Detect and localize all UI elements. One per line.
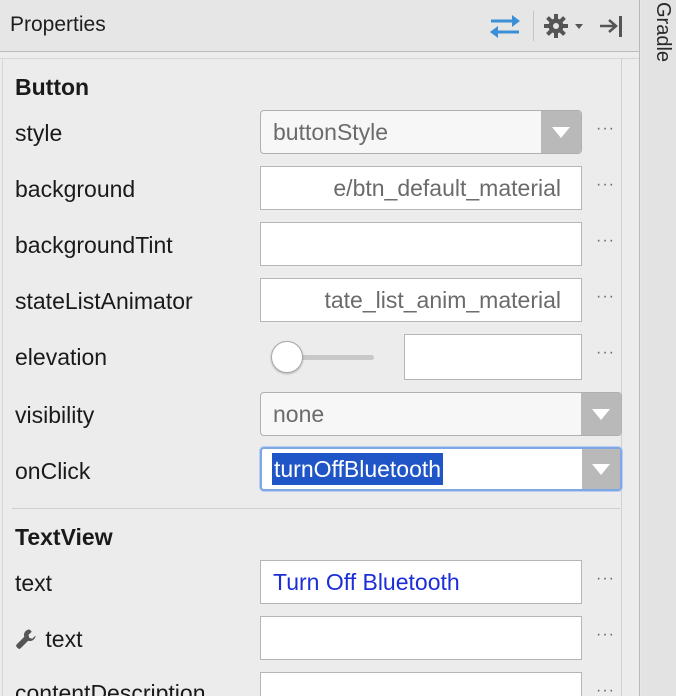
prop-label-tools-text: text — [15, 626, 82, 653]
content-border-top — [0, 58, 639, 59]
prop-label-statelistanimator: stateListAnimator — [15, 288, 193, 314]
tools-text-label: text — [45, 626, 83, 652]
statelistanimator-field[interactable]: tate_list_anim_material — [260, 278, 582, 322]
style-value: buttonStyle — [273, 119, 389, 145]
properties-panel: Properties Button style buttonStyle ··· … — [0, 0, 640, 696]
chevron-down-icon[interactable] — [541, 111, 581, 153]
header-separator — [533, 11, 534, 41]
contentdescription-more-button[interactable]: ··· — [596, 682, 615, 696]
prop-label-visibility: visibility — [15, 402, 95, 428]
style-dropdown[interactable]: buttonStyle — [260, 110, 582, 154]
section-divider — [12, 508, 620, 509]
section-header-textview: TextView — [15, 524, 113, 550]
text-more-button[interactable]: ··· — [596, 570, 615, 588]
prop-label-contentdescription: contentDescription — [15, 680, 206, 696]
gradle-tab[interactable]: Gradle — [650, 2, 674, 92]
tools-text-more-button[interactable]: ··· — [596, 626, 615, 644]
elevation-slider-handle[interactable] — [271, 341, 303, 373]
background-value: e/btn_default_material — [333, 175, 561, 201]
background-more-button[interactable]: ··· — [596, 176, 615, 194]
section-header-button: Button — [15, 74, 90, 100]
statelistanimator-more-button[interactable]: ··· — [596, 288, 615, 306]
prop-label-style: style — [15, 120, 63, 146]
prop-label-text: text — [15, 570, 53, 596]
backgroundtint-field[interactable] — [260, 222, 582, 266]
gear-icon[interactable] — [542, 10, 588, 42]
elevation-more-button[interactable]: ··· — [596, 344, 615, 362]
chevron-down-icon[interactable] — [581, 393, 621, 435]
text-value: Turn Off Bluetooth — [273, 569, 460, 595]
wrench-icon — [15, 628, 39, 650]
panel-title: Properties — [10, 13, 106, 36]
right-tool-strip — [641, 0, 676, 696]
visibility-dropdown[interactable]: none — [260, 392, 622, 436]
prop-label-background: background — [15, 176, 136, 202]
visibility-value: none — [273, 401, 325, 427]
chevron-down-icon[interactable] — [582, 449, 620, 489]
statelistanimator-value: tate_list_anim_material — [324, 287, 561, 313]
tools-text-field[interactable] — [260, 616, 582, 660]
contentdescription-field[interactable] — [260, 672, 582, 696]
text-field[interactable]: Turn Off Bluetooth — [260, 560, 582, 604]
hide-panel-icon[interactable] — [596, 10, 628, 42]
panel-header: Properties — [0, 0, 639, 52]
prop-label-backgroundtint: backgroundTint — [15, 232, 173, 258]
prop-label-elevation: elevation — [15, 344, 108, 370]
elevation-field[interactable] — [404, 334, 582, 380]
onclick-value[interactable]: turnOffBluetooth — [272, 453, 444, 485]
swap-icon[interactable] — [486, 10, 524, 42]
backgroundtint-more-button[interactable]: ··· — [596, 232, 615, 250]
prop-label-onclick: onClick — [15, 458, 91, 484]
background-field[interactable]: e/btn_default_material — [260, 166, 582, 210]
onclick-dropdown[interactable]: turnOffBluetooth — [260, 447, 622, 491]
style-more-button[interactable]: ··· — [596, 120, 615, 138]
content-border-left — [2, 58, 3, 696]
content-border-right — [621, 58, 622, 696]
